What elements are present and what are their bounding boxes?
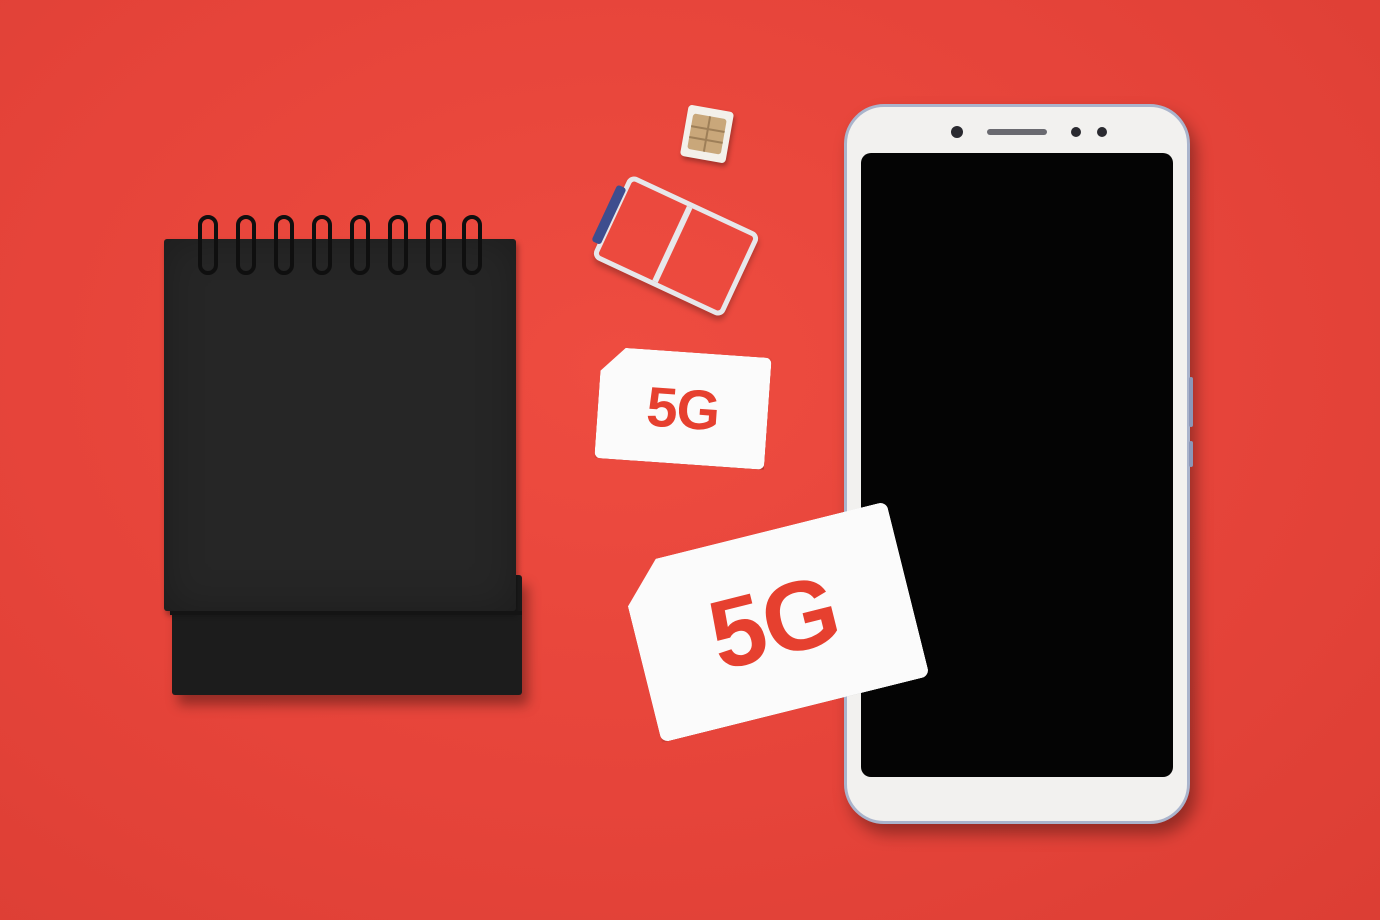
5g-label: 5G	[698, 552, 850, 691]
sensor-icon	[1071, 127, 1081, 137]
sim-tray-divider	[652, 205, 693, 283]
red-background: 5G 5G	[0, 0, 1380, 920]
sim-contact-icon	[687, 113, 727, 155]
notebook-edge	[170, 611, 522, 615]
power-button	[1189, 441, 1193, 467]
sim-tray-handle	[591, 184, 627, 245]
smartphone	[844, 104, 1193, 824]
spiral-coil	[350, 215, 370, 275]
spiral-coil	[388, 215, 408, 275]
spiral-coil	[198, 215, 218, 275]
volume-button	[1189, 377, 1193, 427]
phone-screen	[861, 153, 1173, 777]
sim-chip	[679, 104, 735, 164]
spiral-coil	[274, 215, 294, 275]
sim-tray	[591, 173, 761, 319]
spiral-notebook	[160, 215, 525, 700]
front-camera-icon	[951, 126, 963, 138]
spiral-coil	[462, 215, 482, 275]
5g-card-small: 5G	[594, 346, 771, 470]
sensor-icon	[1097, 127, 1107, 137]
spiral-coil	[236, 215, 256, 275]
notebook-cover	[164, 239, 516, 611]
spiral-coil	[312, 215, 332, 275]
spiral-coil	[426, 215, 446, 275]
earpiece-speaker	[987, 129, 1047, 135]
5g-label: 5G	[644, 374, 722, 442]
